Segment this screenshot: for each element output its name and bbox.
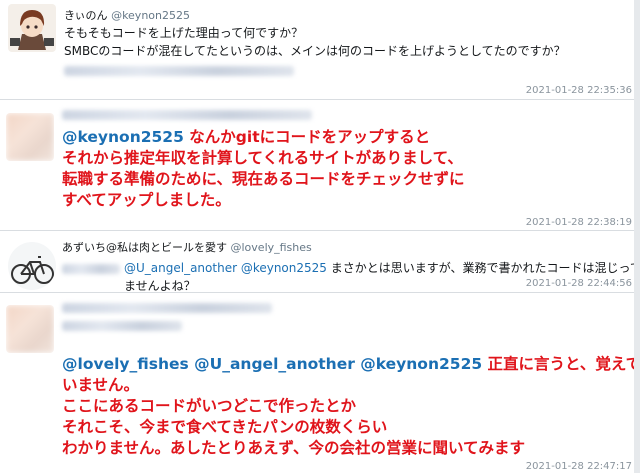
- mention-link[interactable]: @keynon2525: [62, 128, 184, 146]
- handle[interactable]: @keynon2525: [111, 9, 190, 22]
- tweet-text: なんかgitにコードをアップすると: [189, 128, 431, 146]
- redacted-text: [62, 264, 120, 274]
- mention-link[interactable]: @lovely_fishes @U_angel_another @keynon2…: [62, 355, 482, 373]
- timestamp: 2021-01-28 22:35:36: [525, 85, 632, 96]
- avatar-blurred[interactable]: [6, 113, 54, 161]
- tweet-text-line: ここにあるコードがいつどこで作ったとか: [62, 397, 357, 415]
- mention-link[interactable]: @U_angel_another @keynon2525: [124, 261, 327, 275]
- avatar[interactable]: [8, 4, 56, 52]
- tweet-text-line: それこそ、今まで食べてきたパンの枚数くらい: [62, 418, 388, 436]
- tweet-2: @keynon2525 なんかgitにコードをアップすると それから推定年収を計…: [0, 99, 640, 230]
- tweet-text-line: @U_angel_another @keynon2525 まさかとは思いますが、…: [124, 259, 640, 277]
- tweet-text-line: 転職する準備のために、現在あるコードをチェックせずに: [62, 170, 465, 188]
- tweet-text-line: それから推定年収を計算してくれるサイトがありまして、: [62, 149, 463, 167]
- bicycle-icon: [8, 242, 56, 290]
- tweet-text: まさかとは思いますが、業務で書かれたコードは混じって: [330, 261, 640, 275]
- timestamp: 2021-01-28 22:44:56: [525, 278, 632, 289]
- anime-girl-avatar-icon: [8, 4, 56, 52]
- tweet-1: きぃのん @keynon2525 そもそもコードを上げた理由って何ですか？ SM…: [0, 0, 640, 99]
- display-name[interactable]: きぃのん: [64, 9, 108, 22]
- tweet-text-line: @keynon2525 なんかgitにコードをアップすると: [62, 127, 430, 148]
- display-name[interactable]: あずいち@私は肉とビールを愛す: [62, 241, 227, 254]
- avatar-blurred[interactable]: [6, 305, 54, 353]
- tweet-text-line: @lovely_fishes @U_angel_another @keynon2…: [62, 354, 640, 375]
- timestamp: 2021-01-28 22:47:17: [525, 461, 632, 472]
- redacted-text: [64, 66, 294, 76]
- handle[interactable]: @lovely_fishes: [231, 241, 312, 254]
- scrollbar[interactable]: [634, 0, 640, 473]
- tweet-author: きぃのん @keynon2525: [64, 7, 190, 23]
- tweet-text: 正直に言うと、覚えて: [487, 355, 640, 373]
- tweet-text-line: すべてアップしました。: [62, 191, 231, 209]
- redacted-name: [62, 303, 272, 313]
- tweet-text-line: いません。: [62, 376, 140, 394]
- tweet-text-line: SMBCのコードが混在してたというのは、メインは何のコードを上げようとしてたので…: [64, 44, 566, 58]
- redacted-name: [62, 110, 312, 120]
- redacted-text: [62, 321, 182, 331]
- timestamp: 2021-01-28 22:38:19: [525, 217, 632, 228]
- tweet-4: @lovely_fishes @U_angel_another @keynon2…: [0, 292, 640, 473]
- tweet-3: あずいち@私は肉とビールを愛す @lovely_fishes @U_angel_…: [0, 230, 640, 293]
- tweet-text-line: わかりません。あしたとりあえず、今の会社の営業に聞いてみます: [62, 439, 525, 457]
- tweet-text-line: そもそもコードを上げた理由って何ですか？: [64, 26, 304, 40]
- tweet-author: あずいち@私は肉とビールを愛す @lovely_fishes: [62, 239, 312, 255]
- avatar[interactable]: [8, 242, 56, 290]
